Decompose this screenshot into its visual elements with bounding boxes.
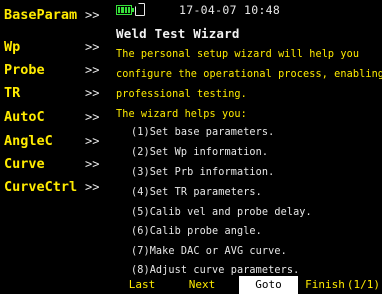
sidebar-menu: BaseParam >> Wp >> Probe >> TR >> AutoC … xyxy=(0,0,110,294)
sidebar-item-curve[interactable]: Curve >> xyxy=(0,153,110,175)
wizard-description-line: The wizard helps you: xyxy=(116,109,247,120)
wizard-description-line: professional testing. xyxy=(116,89,247,100)
goto-button[interactable]: Goto xyxy=(239,276,298,294)
expand-arrow-icon: >> xyxy=(85,157,100,171)
expand-arrow-icon: >> xyxy=(85,86,100,100)
battery-icon xyxy=(116,5,132,15)
status-bar: 17-04-07 10:48 xyxy=(110,0,382,22)
wizard-step: (8)Adjust curve parameters. xyxy=(131,265,300,276)
sidebar-item-curvectrl[interactable]: CurveCtrl >> xyxy=(0,176,110,198)
wizard-description-line: configure the operational process, enabl… xyxy=(116,69,382,80)
wizard-panel: 17-04-07 10:48 Weld Test Wizard The pers… xyxy=(110,0,382,294)
expand-arrow-icon: >> xyxy=(85,40,100,54)
wizard-step: (3)Set Prb information. xyxy=(131,167,275,178)
finish-button[interactable]: Finish xyxy=(300,276,350,294)
wizard-title: Weld Test Wizard xyxy=(116,26,240,41)
next-button[interactable]: Next xyxy=(182,276,222,294)
wizard-step: (6)Calib probe angle. xyxy=(131,226,262,237)
expand-arrow-icon: >> xyxy=(85,8,100,22)
sidebar-item-wp[interactable]: Wp >> xyxy=(0,36,110,58)
sd-card-icon xyxy=(135,3,145,16)
sidebar-item-label: AutoC xyxy=(4,109,45,125)
wizard-step: (2)Set Wp information. xyxy=(131,147,269,158)
last-button[interactable]: Last xyxy=(122,276,162,294)
wizard-step: (4)Set TR parameters. xyxy=(131,187,262,198)
page-indicator: (1/1) xyxy=(346,278,380,291)
wizard-step: (7)Make DAC or AVG curve. xyxy=(131,246,287,257)
sidebar-item-autoc[interactable]: AutoC >> xyxy=(0,106,110,128)
datetime-display: 17-04-07 10:48 xyxy=(179,3,281,17)
wizard-step: (5)Calib vel and probe delay. xyxy=(131,207,312,218)
sidebar-item-baseparam[interactable]: BaseParam >> xyxy=(0,4,110,26)
sidebar-item-label: AngleC xyxy=(4,133,53,149)
expand-arrow-icon: >> xyxy=(85,63,100,77)
sidebar-item-label: BaseParam xyxy=(4,7,78,23)
battery-tip-icon xyxy=(132,8,134,12)
expand-arrow-icon: >> xyxy=(85,134,100,148)
sidebar-item-label: TR xyxy=(4,85,21,101)
sidebar-item-label: Probe xyxy=(4,62,45,78)
expand-arrow-icon: >> xyxy=(85,180,100,194)
sidebar-item-probe[interactable]: Probe >> xyxy=(0,59,110,81)
function-key-bar: Last Next Goto Finish (1/1) xyxy=(110,276,382,294)
sidebar-item-label: Wp xyxy=(4,39,21,55)
expand-arrow-icon: >> xyxy=(85,110,100,124)
wizard-step: (1)Set base parameters. xyxy=(131,127,275,138)
sidebar-item-tr[interactable]: TR >> xyxy=(0,82,110,104)
sidebar-item-anglec[interactable]: AngleC >> xyxy=(0,130,110,152)
wizard-description-line: The personal setup wizard will help you xyxy=(116,49,360,60)
sidebar-item-label: Curve xyxy=(4,156,45,172)
sidebar-item-label: CurveCtrl xyxy=(4,179,78,195)
